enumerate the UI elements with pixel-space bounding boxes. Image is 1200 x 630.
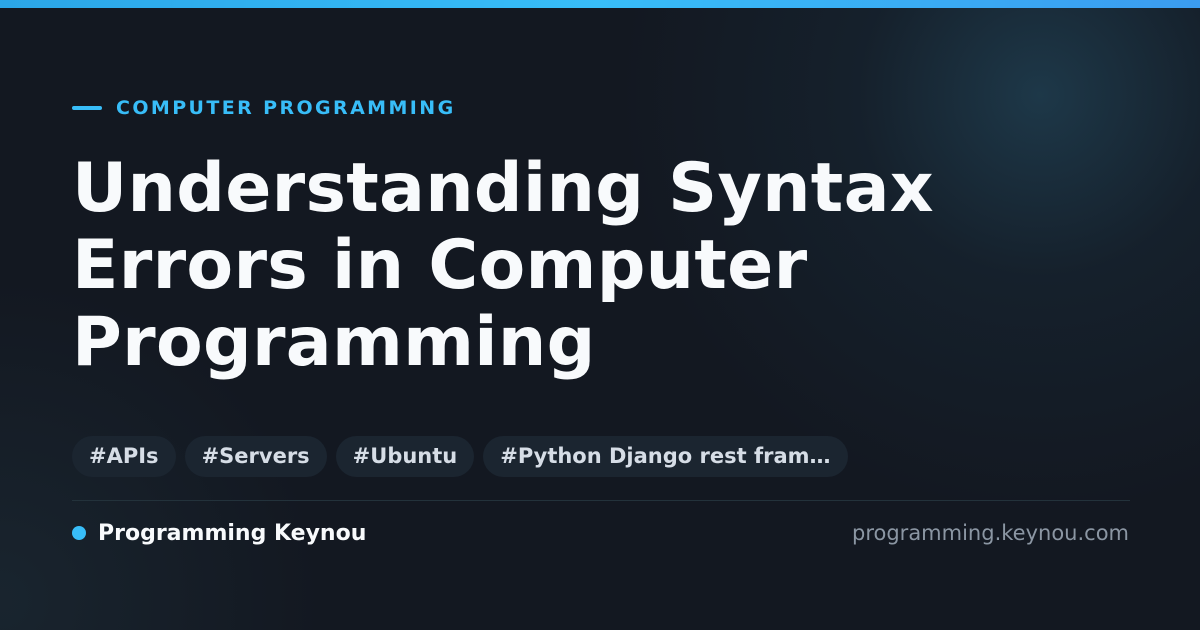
category-label: COMPUTER PROGRAMMING	[116, 97, 456, 119]
title-line: Programming	[72, 303, 596, 382]
brand: Programming Keynou	[72, 518, 366, 548]
page-title: Understanding Syntax Errors in Computer …	[72, 150, 1132, 381]
tag-chip[interactable]: #Ubuntu	[335, 436, 475, 477]
tag-chip[interactable]: #Python Django rest fram…	[483, 436, 848, 477]
share-card: COMPUTER PROGRAMMING Understanding Synta…	[0, 0, 1200, 630]
category-eyebrow: COMPUTER PROGRAMMING	[72, 96, 456, 120]
title-line: Understanding Syntax	[72, 149, 934, 228]
category-dash-icon	[72, 106, 102, 110]
tag-chip[interactable]: #APIs	[72, 436, 176, 477]
top-accent-bar	[0, 0, 1200, 8]
title-line: Errors in Computer	[72, 226, 808, 305]
site-url[interactable]: programming.keynou.com	[852, 518, 1129, 548]
tag-chip[interactable]: #Servers	[184, 436, 327, 477]
tag-list: #APIs #Servers #Ubuntu #Python Django re…	[72, 436, 848, 477]
footer-divider	[72, 500, 1130, 501]
brand-dot-icon	[72, 526, 86, 540]
brand-name: Programming Keynou	[98, 520, 367, 546]
